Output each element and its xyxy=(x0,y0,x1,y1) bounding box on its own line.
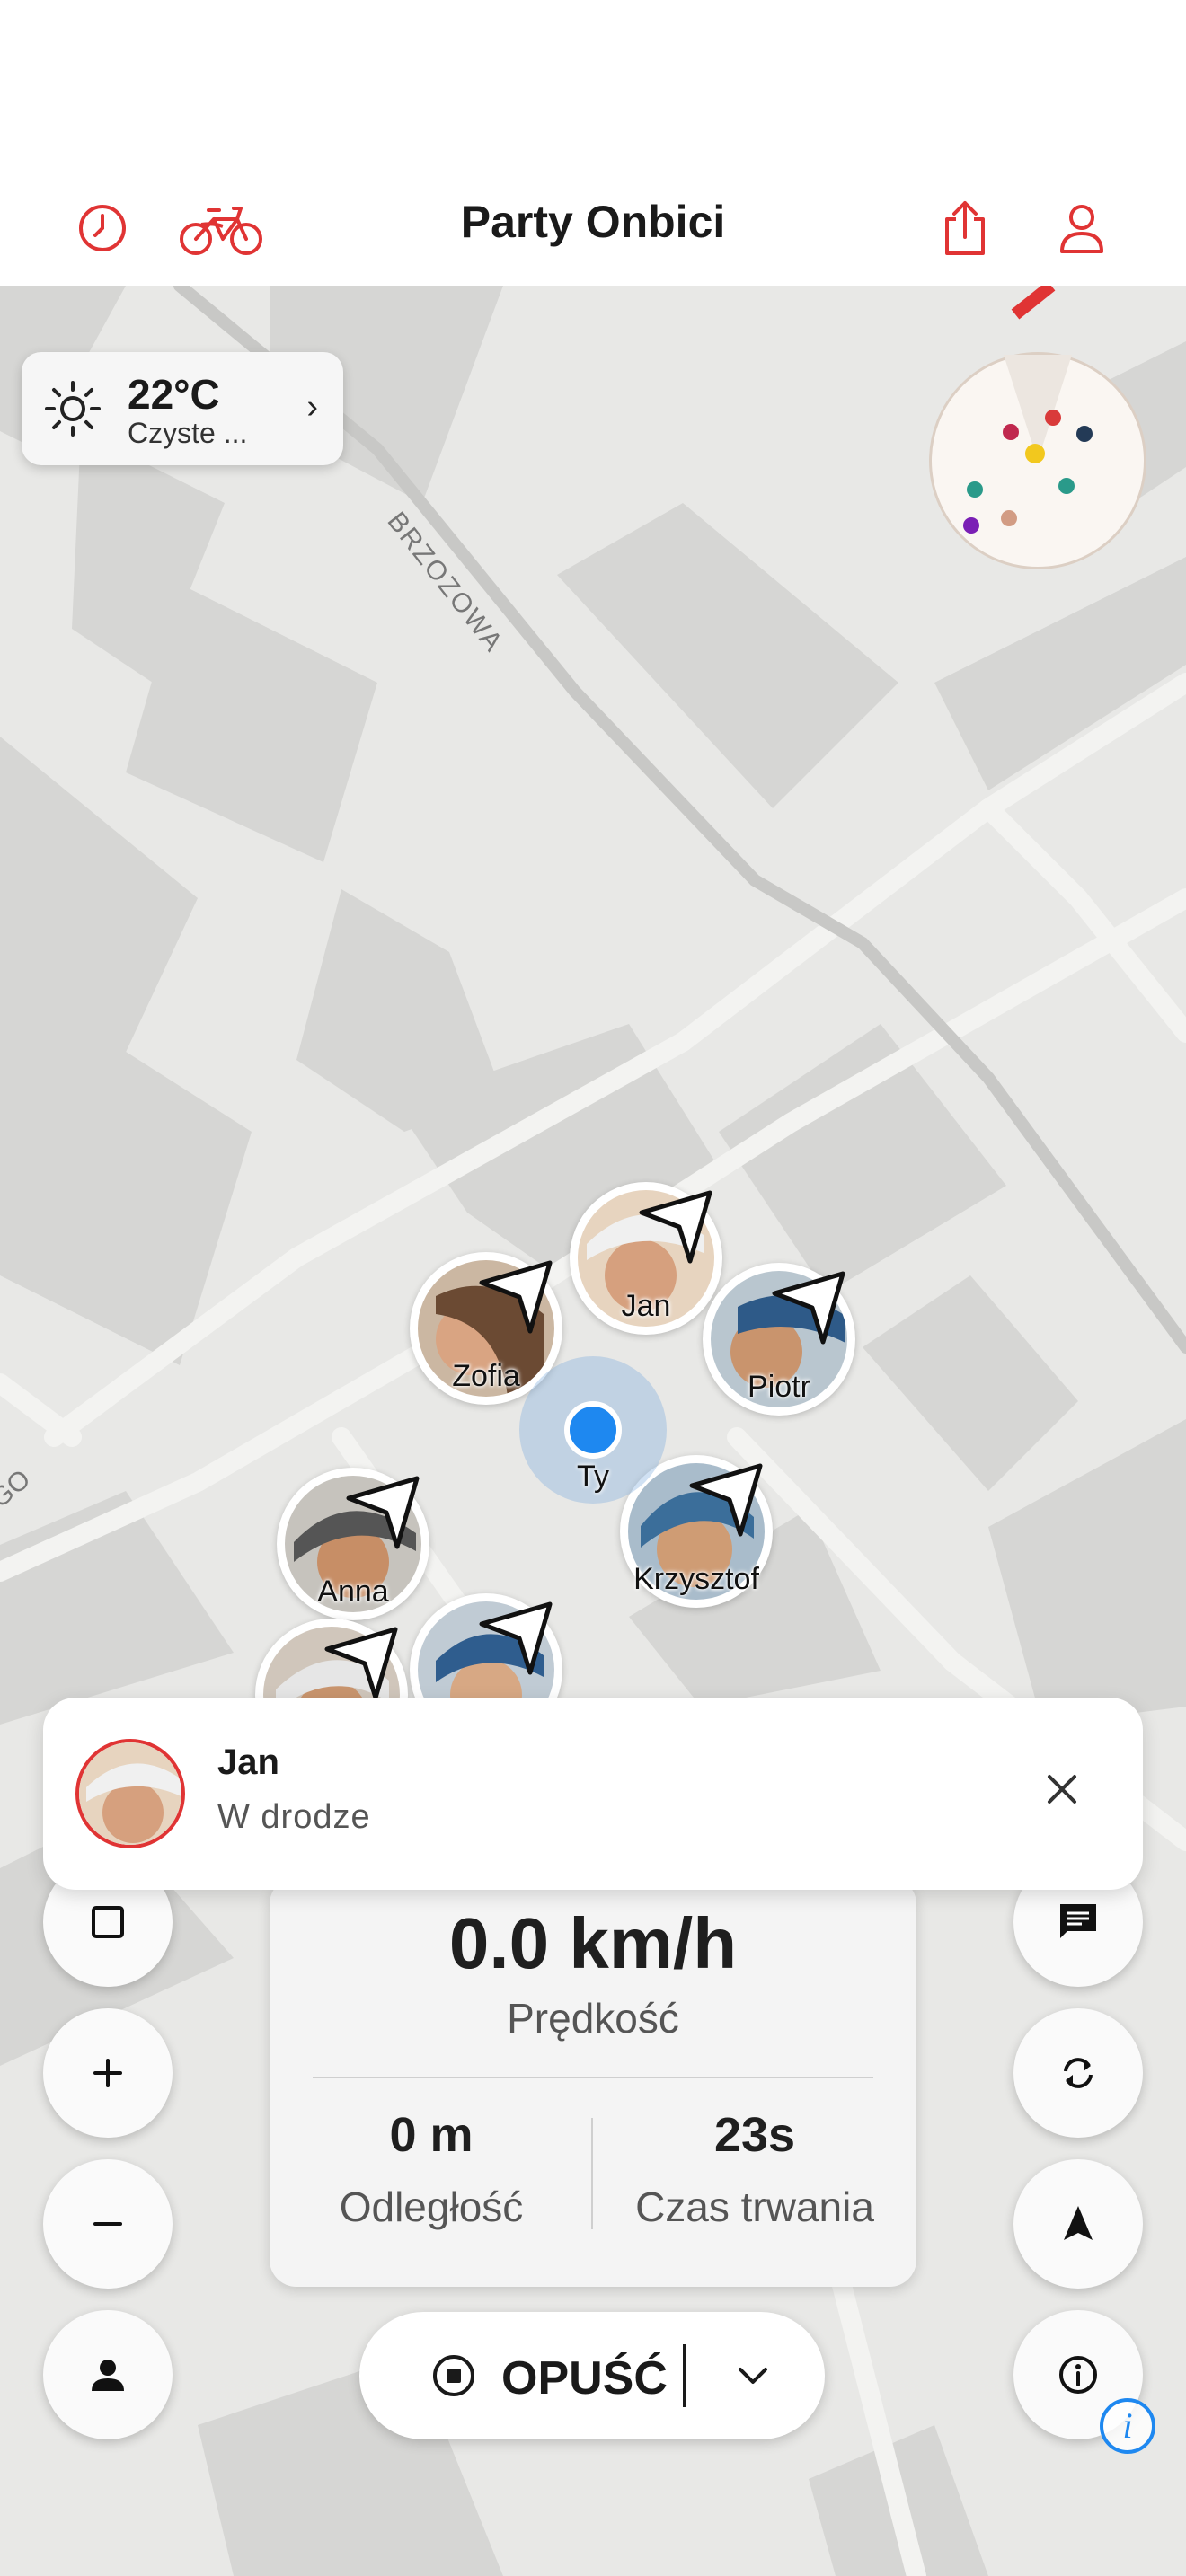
group-radar[interactable] xyxy=(929,352,1146,569)
rider-name: Anna xyxy=(317,1575,389,1609)
leave-label: OPUŚĆ xyxy=(501,2352,668,2404)
speed-value: 0.0 km/h xyxy=(448,1903,738,1983)
leave-options-button[interactable] xyxy=(688,2312,825,2439)
leave-button[interactable]: OPUŚĆ xyxy=(359,2312,683,2439)
center-on-me-button[interactable] xyxy=(43,2310,173,2439)
navigation-arrow-icon xyxy=(1064,2206,1093,2240)
weather-condition: Czyste ... xyxy=(128,417,248,449)
ride-stats-panel: 0.0 km/h Prędkość 0 m Odległość 23s Czas… xyxy=(270,1877,916,2287)
page-title: Party Onbici xyxy=(460,197,726,247)
person-filled-icon xyxy=(92,2360,124,2391)
my-location-label: Ty xyxy=(577,1460,609,1494)
person-icon xyxy=(1060,205,1103,253)
duration-value: 23s xyxy=(713,2108,796,2162)
rider-marker[interactable]: Piotr xyxy=(703,1263,855,1416)
duration-stat: 23s Czas trwania xyxy=(593,2107,916,2231)
distance-label: Odległość xyxy=(339,2183,524,2230)
street-label-go: GO xyxy=(0,1464,36,1513)
heading-arrow-icon xyxy=(346,1476,420,1549)
zoom-in-button[interactable] xyxy=(43,2008,173,2138)
chevron-right-icon: › xyxy=(306,388,318,426)
distance-stat: 0 m Odległość xyxy=(270,2107,593,2231)
divider xyxy=(683,2344,686,2407)
share-button[interactable] xyxy=(929,192,1001,264)
notification-status: W drodze xyxy=(217,1798,371,1836)
rider-name: Krzysztof xyxy=(633,1562,759,1596)
rider-notification[interactable]: Jan W drodze xyxy=(43,1698,1143,1890)
navigation-button[interactable] xyxy=(1013,2159,1143,2289)
heading-arrow-icon xyxy=(689,1463,763,1537)
share-icon xyxy=(945,201,985,255)
leave-ride-control: OPUŚĆ xyxy=(359,2312,825,2439)
zoom-out-button[interactable] xyxy=(43,2159,173,2289)
notification-name: Jan xyxy=(217,1742,279,1782)
weather-card[interactable]: 22°C Czyste ... › xyxy=(22,352,343,465)
speed-label: Prędkość xyxy=(507,1995,679,2042)
heading-arrow-icon xyxy=(639,1190,712,1264)
chevron-down-icon xyxy=(739,2368,767,2384)
notification-avatar xyxy=(75,1739,185,1848)
profile-button[interactable] xyxy=(1046,192,1118,264)
plus-icon xyxy=(93,2059,122,2087)
chat-icon xyxy=(1060,1904,1096,1938)
info-icon xyxy=(1059,2356,1097,2394)
divider xyxy=(313,2077,873,2078)
map-attribution-info-icon[interactable]: i xyxy=(1100,2398,1155,2454)
minus-icon xyxy=(93,2222,122,2226)
heading-arrow-icon xyxy=(479,1601,553,1675)
sync-button[interactable] xyxy=(1013,2008,1143,2138)
rider-name: Jan xyxy=(621,1289,671,1323)
refresh-icon xyxy=(1064,2058,1093,2088)
close-icon[interactable] xyxy=(1035,1762,1089,1816)
location-dot-icon xyxy=(564,1401,622,1459)
heading-arrow-icon xyxy=(479,1260,553,1334)
distance-value: 0 m xyxy=(389,2108,474,2162)
stop-circle-icon xyxy=(433,2355,474,2396)
heading-arrow-icon xyxy=(772,1271,845,1345)
sun-icon xyxy=(45,381,101,437)
rider-marker[interactable]: Jan xyxy=(570,1182,722,1335)
heading-arrow-icon xyxy=(324,1627,398,1700)
square-icon xyxy=(92,1906,124,1938)
app-header: Party Onbici xyxy=(0,0,1186,286)
weather-temperature: 22°C xyxy=(128,371,220,418)
rider-name: Piotr xyxy=(748,1370,810,1404)
rider-marker[interactable]: Anna xyxy=(277,1468,429,1620)
duration-label: Czas trwania xyxy=(635,2183,874,2230)
radar-dots xyxy=(963,355,1093,534)
